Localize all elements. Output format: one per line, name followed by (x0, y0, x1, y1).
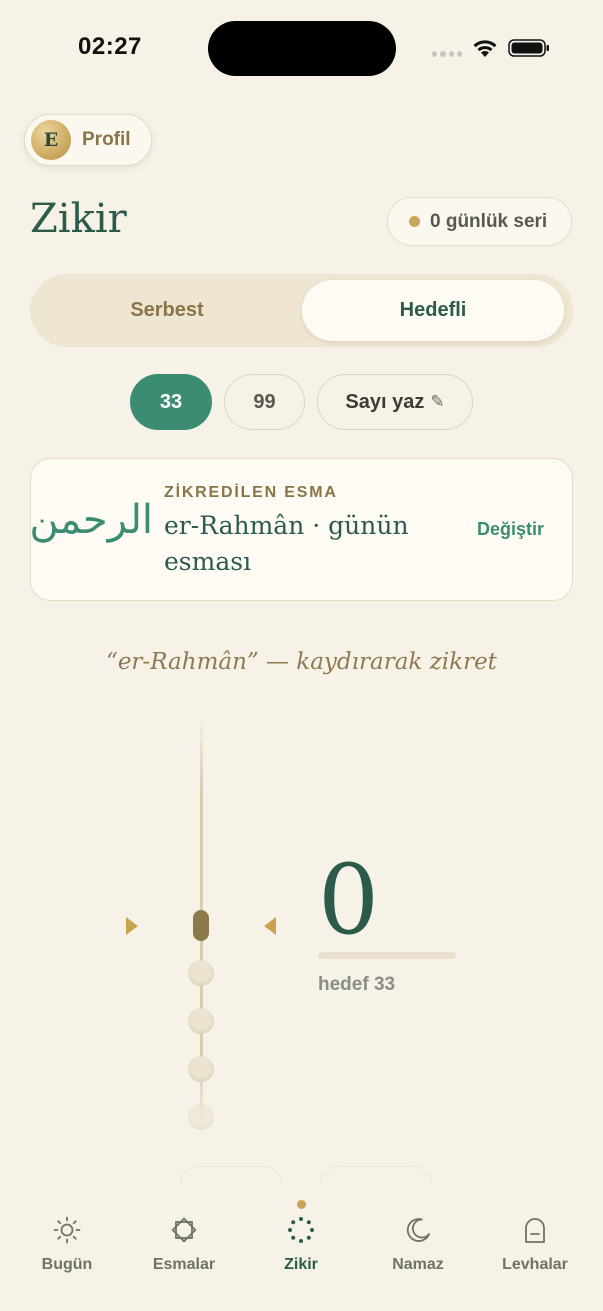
streak-text: 0 günlük seri (430, 210, 548, 232)
tab-bugun[interactable]: Bugün (12, 1215, 122, 1274)
mode-toggle: Serbest Hedefli (30, 274, 573, 347)
faded-button-outline (320, 1166, 432, 1187)
counter-target-label: hedef 33 (318, 974, 396, 995)
battery-icon (508, 39, 549, 57)
cellular-signal-icon (432, 51, 462, 57)
star-octagon-icon (171, 1217, 197, 1243)
profile-label: Profil (82, 129, 131, 150)
profile-button[interactable]: E Profil (24, 114, 152, 166)
mode-tab-hedefli[interactable]: Hedefli (302, 280, 564, 341)
pointer-right-icon (126, 917, 138, 935)
rosary-bead (188, 1008, 214, 1034)
tab-esmalar[interactable]: Esmalar (129, 1215, 239, 1274)
tablet-arch-icon (525, 1218, 545, 1243)
esma-section-label: ZİKREDİLEN ESMA (164, 484, 338, 501)
esma-name: er-Rahmân · günün esması (164, 511, 409, 576)
tab-namaz[interactable]: Namaz (363, 1215, 473, 1274)
count-chip-33[interactable]: 33 (130, 374, 212, 430)
rosary-bead (188, 1056, 214, 1082)
rosary-drag-handle[interactable] (193, 910, 209, 941)
avatar: E (31, 120, 71, 160)
tab-levhalar[interactable]: Levhalar (480, 1215, 590, 1274)
rosary-bead (188, 1104, 214, 1130)
status-bar: 02:27 (0, 0, 603, 95)
prayer-beads-icon (288, 1217, 314, 1243)
esma-arabic-calligraphy: الرحمن (29, 497, 153, 543)
rosary-bead (188, 960, 214, 986)
tab-bar: Bugün Esmalar Zikir Namaz Levhalar (0, 1185, 603, 1311)
counter-value: 0 (318, 844, 380, 956)
custom-count-label: Sayı yaz (345, 390, 425, 413)
tab-label: Bugün (41, 1256, 93, 1273)
swipe-prompt: “er-Rahmân” — kaydırarak zikret (106, 649, 497, 675)
change-esma-button[interactable]: Değiştir (477, 519, 544, 540)
tab-label: Zikir (284, 1256, 318, 1273)
tab-label: Esmalar (152, 1256, 216, 1273)
counter-progress-bar (318, 952, 456, 959)
tab-label: Namaz (392, 1256, 444, 1273)
tab-label: Levhalar (502, 1256, 568, 1273)
streak-dot-icon (409, 216, 420, 227)
crescent-moon-icon (406, 1218, 430, 1242)
dynamic-island (208, 21, 396, 76)
pencil-icon: ✎ (430, 392, 445, 411)
tab-zikir[interactable]: Zikir (246, 1215, 356, 1274)
faded-button-outline (180, 1166, 282, 1187)
active-tab-indicator (297, 1200, 306, 1209)
status-time: 02:27 (78, 33, 142, 60)
pointer-left-icon (264, 917, 276, 935)
wifi-icon (473, 40, 497, 57)
custom-count-button[interactable]: Sayı yaz ✎ (317, 374, 473, 430)
sun-icon (53, 1216, 81, 1244)
page-title: Zikir (30, 196, 127, 242)
esma-card: الرحمن ZİKREDİLEN ESMA er-Rahmân · günün… (29, 458, 573, 601)
count-chip-99[interactable]: 99 (224, 374, 305, 430)
streak-badge: 0 günlük seri (387, 197, 572, 246)
mode-tab-serbest[interactable]: Serbest (36, 280, 298, 341)
